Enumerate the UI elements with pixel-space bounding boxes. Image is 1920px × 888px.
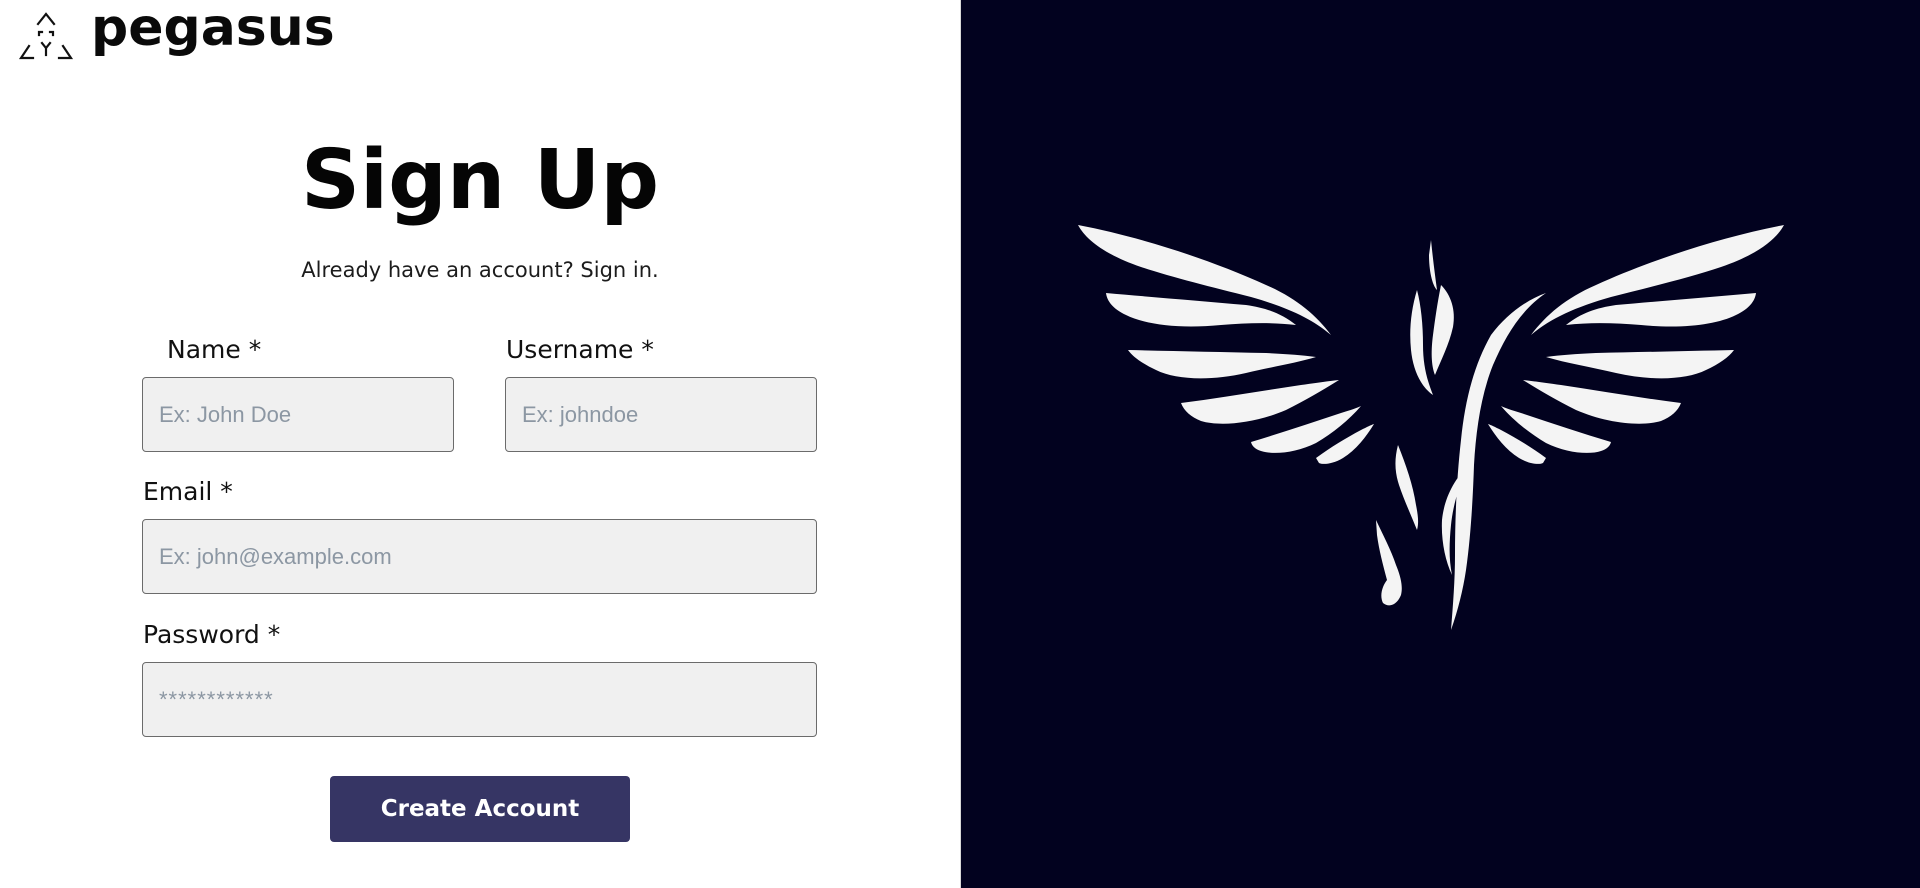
signup-page: pegasus Sign Up Already have an account?…	[0, 0, 1920, 888]
page-title: Sign Up	[300, 133, 660, 228]
triangle-logo-icon	[18, 12, 74, 60]
email-input[interactable]	[142, 519, 817, 594]
username-input[interactable]	[505, 377, 817, 452]
brand-logo[interactable]: pegasus	[17, 2, 335, 64]
name-label: Name *	[167, 335, 262, 364]
password-label: Password *	[143, 620, 281, 649]
create-account-button[interactable]: Create Account	[330, 776, 630, 842]
signup-panel: pegasus Sign Up Already have an account?…	[0, 0, 960, 888]
password-input[interactable]	[142, 662, 817, 737]
name-input[interactable]	[142, 377, 454, 452]
brand-name: pegasus	[91, 0, 335, 58]
winged-pegasus-icon	[1078, 225, 1784, 630]
email-label: Email *	[143, 477, 233, 506]
hero-panel	[961, 0, 1920, 888]
username-label: Username *	[506, 335, 654, 364]
sign-in-link[interactable]: Already have an account? Sign in.	[0, 258, 960, 282]
